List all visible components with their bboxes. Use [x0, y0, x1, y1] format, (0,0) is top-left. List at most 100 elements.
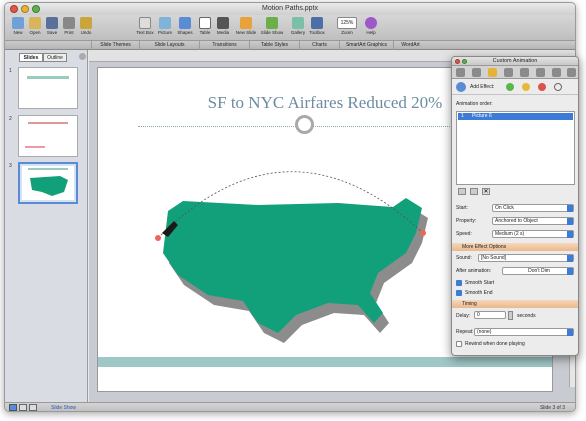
toolbar-label: Zoom — [341, 30, 353, 35]
custom-animation-icon[interactable] — [488, 68, 497, 77]
after-animation-label: After animation: — [456, 268, 492, 274]
zoom-panel-button[interactable] — [462, 59, 467, 64]
delay-value: 0 — [477, 312, 480, 318]
start-select[interactable]: On Click — [492, 204, 574, 212]
delay-field[interactable]: 0 — [474, 311, 506, 319]
toolbar-label: Slide Show — [260, 30, 284, 35]
gallery-button[interactable]: Gallery — [288, 17, 308, 41]
slide-footer-bar — [98, 357, 552, 367]
property-value: Anchored to Object — [495, 218, 538, 224]
picture-button[interactable]: Picture — [155, 17, 175, 41]
property-select[interactable]: Anchored to Object — [492, 217, 574, 225]
formatting-palette-icon[interactable] — [456, 68, 465, 77]
tab-table-styles[interactable]: Table Styles — [249, 41, 299, 50]
tab-smartart-graphics[interactable]: SmartArt Graphics — [339, 41, 393, 50]
repeat-select[interactable]: (none) — [474, 328, 574, 336]
motion-path-effect-icon[interactable] — [554, 83, 562, 91]
media-button[interactable]: Media — [213, 17, 233, 41]
thumbnail-text — [25, 146, 45, 148]
tab-transitions[interactable]: Transitions — [199, 41, 249, 50]
toolbar-label: Media — [216, 30, 230, 35]
rotation-handle[interactable] — [295, 115, 314, 134]
tab-slide-themes[interactable]: Slide Themes — [91, 41, 139, 50]
toolbar-label: Open — [29, 30, 41, 35]
entrance-effect-icon[interactable] — [506, 83, 514, 91]
toolbar-label: Shapes — [177, 30, 193, 35]
new-slide-button[interactable]: New Slide — [233, 17, 259, 41]
title-placeholder-border — [138, 126, 498, 127]
slide-thumbnail-1[interactable] — [18, 67, 78, 109]
zoom-window-button[interactable] — [32, 5, 40, 13]
help-button[interactable]: Help — [361, 17, 381, 41]
slide-thumbnail-2[interactable] — [18, 115, 78, 157]
compatibility-icon[interactable] — [536, 68, 545, 77]
table-button[interactable]: Table — [195, 17, 215, 41]
toolbar-label: Gallery — [290, 30, 306, 35]
save-icon — [46, 17, 58, 29]
slide-show-button[interactable]: Slide Show — [259, 17, 285, 41]
animation-order-list[interactable]: 1 Picture 6 — [456, 111, 575, 185]
gallery-icon — [292, 17, 304, 29]
repeat-value: (none) — [477, 329, 492, 335]
undo-button[interactable]: Undo — [76, 17, 96, 41]
us-map-picture[interactable] — [138, 163, 438, 343]
tab-slide-layouts[interactable]: Slide Layouts — [139, 41, 199, 50]
slide-sorter-icon[interactable] — [19, 404, 27, 411]
toolbar-label: Help — [366, 30, 376, 35]
normal-view-icon[interactable] — [9, 404, 17, 411]
speed-select[interactable]: Medium (2 s) — [492, 230, 574, 238]
delay-stepper[interactable] — [508, 311, 513, 320]
exit-effect-icon[interactable] — [538, 83, 546, 91]
rewind-checkbox[interactable] — [456, 341, 462, 347]
slide-number: 3 — [9, 163, 12, 169]
minimize-window-button[interactable] — [21, 5, 29, 13]
list-item[interactable]: 1 Picture 6 — [458, 113, 573, 120]
animation-order-label: Animation order: — [456, 101, 493, 107]
slide-number: 1 — [9, 68, 12, 74]
emphasis-effect-icon[interactable] — [522, 83, 530, 91]
scrapbook-icon[interactable] — [504, 68, 513, 77]
smooth-start-checkbox[interactable] — [456, 280, 462, 286]
move-down-icon[interactable] — [470, 188, 478, 195]
close-window-button[interactable] — [10, 5, 18, 13]
toolbar-label: New Slide — [235, 30, 257, 35]
tab-charts[interactable]: Charts — [299, 41, 339, 50]
object-palette-icon[interactable] — [472, 68, 481, 77]
motion-path-start-marker[interactable] — [155, 235, 161, 241]
chevron-down-icon — [567, 329, 573, 336]
move-up-icon[interactable] — [458, 188, 466, 195]
reference-tools-icon[interactable] — [520, 68, 529, 77]
preferences-icon[interactable] — [567, 68, 576, 77]
tab-outline[interactable]: Outline — [43, 53, 67, 62]
smooth-start-label: Smooth Start — [465, 280, 495, 286]
sound-label: Sound: — [456, 255, 472, 261]
slide-counter: Slide 3 of 3 — [539, 405, 565, 411]
toolbar-label: Undo — [80, 30, 92, 35]
timing-header[interactable]: Timing — [452, 300, 578, 308]
delete-effect-icon[interactable]: ✕ — [482, 188, 490, 195]
notes-view-icon[interactable] — [29, 404, 37, 411]
sound-select[interactable]: [No Sound] — [478, 254, 574, 262]
project-palette-icon[interactable] — [552, 68, 561, 77]
tab-slides[interactable]: Slides — [19, 53, 43, 62]
chevron-down-icon — [567, 218, 573, 225]
chevron-down-icon — [567, 231, 573, 238]
shapes-button[interactable]: Shapes — [175, 17, 195, 41]
zoom-control[interactable]: 125% Zoom — [335, 17, 359, 41]
text-box-button[interactable]: Text Box — [135, 17, 155, 41]
play-icon[interactable] — [456, 82, 466, 92]
close-panel-button[interactable] — [455, 59, 460, 64]
more-effect-options-header[interactable]: More Effect Options — [452, 243, 578, 251]
slide-thumbnail-3[interactable] — [18, 162, 78, 204]
slide-show-link[interactable]: Slide Show — [51, 405, 76, 411]
after-animation-select[interactable]: Don't Dim — [502, 267, 574, 275]
map-shape — [163, 198, 422, 333]
toolbar-label: Table — [199, 30, 211, 35]
toolbox-button[interactable]: Toolbox — [307, 17, 327, 41]
pane-options-icon[interactable] — [79, 53, 86, 60]
motion-path-end-marker[interactable] — [420, 230, 426, 236]
property-label: Property: — [456, 218, 477, 224]
status-bar: Slide Show Slide 3 of 3 — [5, 402, 575, 411]
smooth-end-checkbox[interactable] — [456, 290, 462, 296]
tab-wordart[interactable]: WordArt — [393, 41, 427, 50]
